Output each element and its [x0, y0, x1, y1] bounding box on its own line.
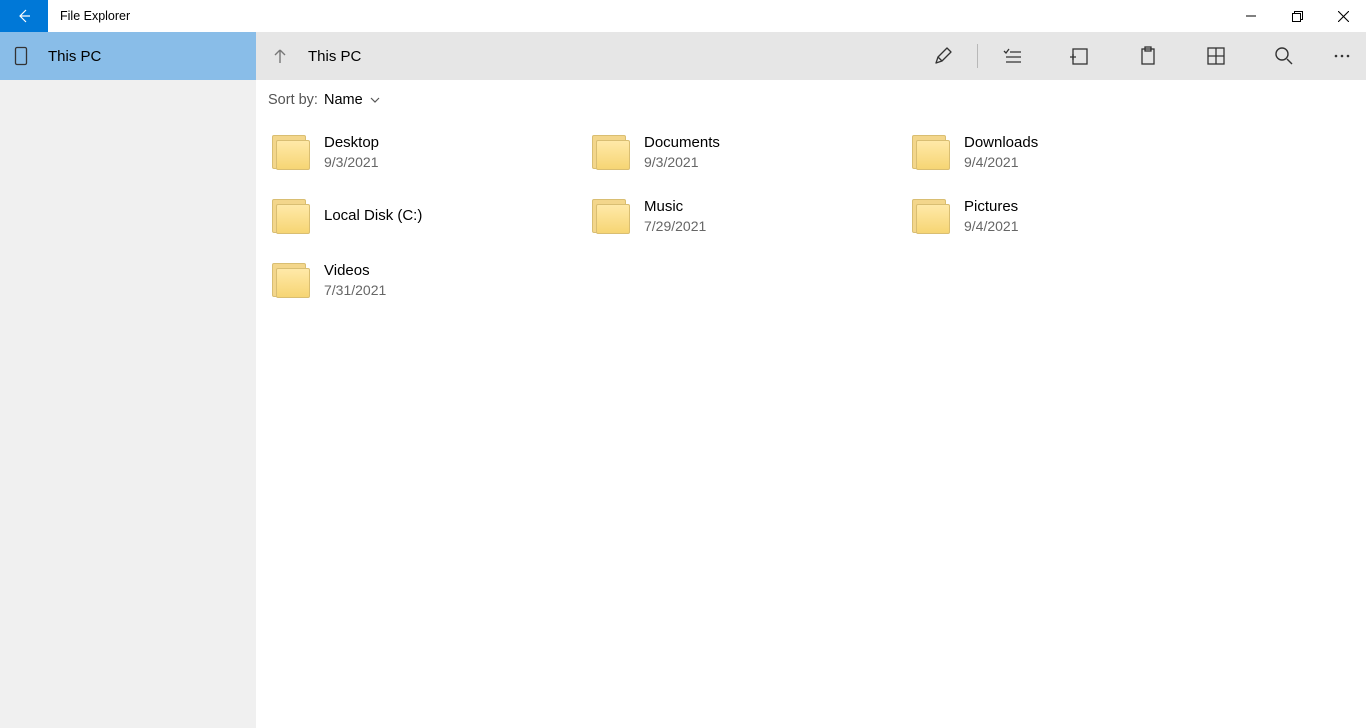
file-date: 9/3/2021	[324, 153, 379, 171]
new-folder-icon	[1070, 46, 1090, 66]
up-button[interactable]	[256, 47, 304, 65]
minimize-icon	[1246, 11, 1256, 21]
paste-button[interactable]	[1114, 32, 1182, 80]
search-button[interactable]	[1250, 32, 1318, 80]
file-item[interactable]: Local Disk (C:)	[264, 184, 584, 248]
sidebar: This PC	[0, 32, 256, 728]
file-name: Documents	[644, 133, 720, 153]
file-item[interactable]: Pictures9/4/2021	[904, 184, 1224, 248]
titlebar: File Explorer	[0, 0, 1366, 32]
file-date: 9/3/2021	[644, 153, 720, 171]
back-arrow-icon	[16, 8, 32, 24]
sidebar-item-this-pc[interactable]: This PC	[0, 32, 256, 80]
folder-icon	[592, 195, 634, 237]
sort-bar[interactable]: Sort by: Name	[256, 80, 1366, 120]
sort-label: Sort by:	[268, 92, 318, 108]
maximize-button[interactable]	[1274, 0, 1320, 32]
chevron-down-icon	[369, 94, 381, 106]
this-pc-icon	[14, 46, 48, 66]
close-button[interactable]	[1320, 0, 1366, 32]
ellipsis-icon	[1333, 47, 1351, 65]
sort-value: Name	[324, 92, 363, 108]
view-button[interactable]	[1182, 32, 1250, 80]
checklist-icon	[1002, 46, 1022, 66]
file-name: Desktop	[324, 133, 379, 153]
file-date: 9/4/2021	[964, 217, 1019, 235]
file-date: 9/4/2021	[964, 153, 1038, 171]
select-button[interactable]	[978, 32, 1046, 80]
location-label: This PC	[304, 48, 361, 65]
file-item[interactable]: Videos7/31/2021	[264, 248, 584, 312]
up-arrow-icon	[271, 47, 289, 65]
back-button[interactable]	[0, 0, 48, 32]
window-title: File Explorer	[48, 0, 130, 32]
maximize-icon	[1292, 11, 1303, 22]
file-name: Pictures	[964, 197, 1019, 217]
folder-icon	[912, 131, 954, 173]
folder-icon	[592, 131, 634, 173]
grid-icon	[1206, 46, 1226, 66]
main-area: This PC	[256, 32, 1366, 728]
file-grid: Desktop9/3/2021Documents9/3/2021Download…	[256, 120, 1366, 312]
file-name: Music	[644, 197, 706, 217]
sidebar-item-label: This PC	[48, 48, 101, 65]
file-item[interactable]: Documents9/3/2021	[584, 120, 904, 184]
file-date: 7/29/2021	[644, 217, 706, 235]
file-item[interactable]: Music7/29/2021	[584, 184, 904, 248]
clipboard-icon	[1138, 46, 1158, 66]
minimize-button[interactable]	[1228, 0, 1274, 32]
file-name: Local Disk (C:)	[324, 206, 422, 226]
file-name: Videos	[324, 261, 386, 281]
file-item[interactable]: Downloads9/4/2021	[904, 120, 1224, 184]
folder-icon	[272, 259, 314, 301]
folder-icon	[912, 195, 954, 237]
file-item[interactable]: Desktop9/3/2021	[264, 120, 584, 184]
toolbar: This PC	[256, 32, 1366, 80]
search-icon	[1274, 46, 1294, 66]
folder-icon	[272, 131, 314, 173]
close-icon	[1338, 11, 1349, 22]
new-folder-button[interactable]	[1046, 32, 1114, 80]
edit-button[interactable]	[909, 32, 977, 80]
more-button[interactable]	[1318, 32, 1366, 80]
folder-icon	[272, 195, 314, 237]
file-date: 7/31/2021	[324, 281, 386, 299]
file-name: Downloads	[964, 133, 1038, 153]
pencil-icon	[933, 46, 953, 66]
